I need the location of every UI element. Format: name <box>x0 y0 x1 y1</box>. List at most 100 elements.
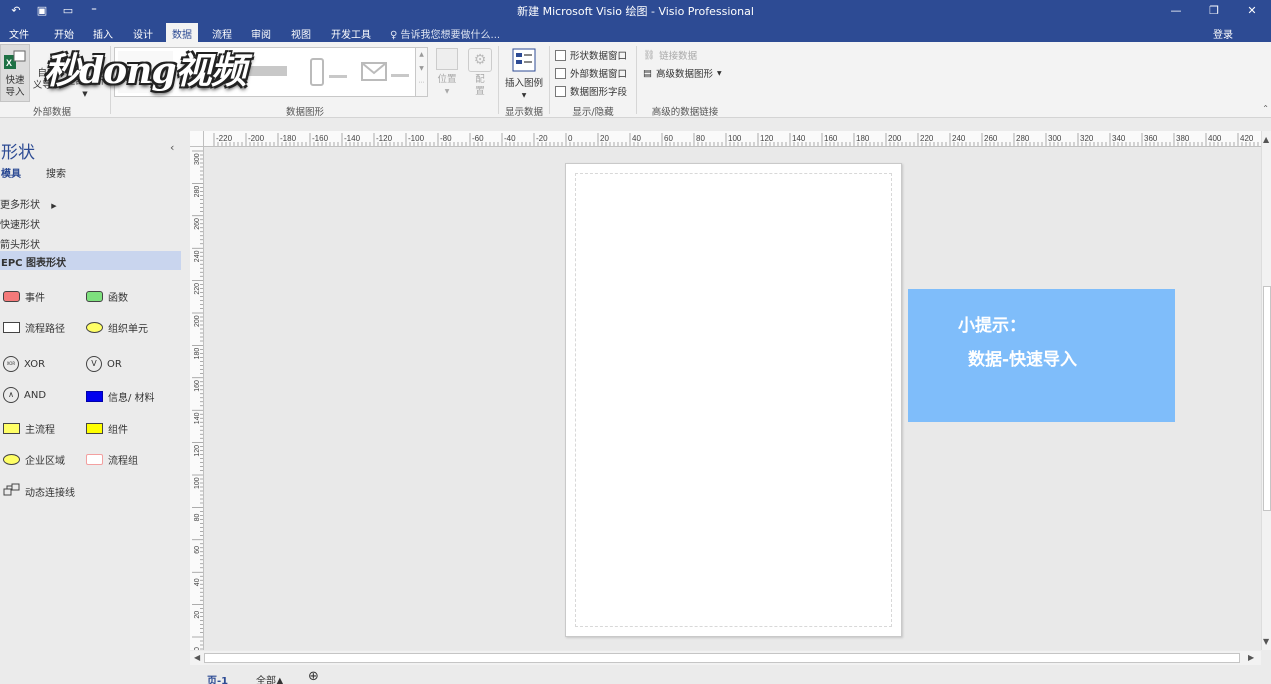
subtab-stencils[interactable]: 模具 <box>1 165 21 180</box>
restore-icon[interactable]: ❐ <box>1195 0 1233 20</box>
page-tab-1[interactable]: 页-1 <box>207 672 228 684</box>
shape-and[interactable]: ∧ AND <box>3 387 46 403</box>
shape-dynamic-connector-label: 动态连接线 <box>25 487 75 499</box>
subtab-search[interactable]: 搜索 <box>46 165 66 180</box>
tab-data[interactable]: 数据 <box>166 23 198 42</box>
insert-legend-label: 插入图例 <box>504 78 543 89</box>
tab-developer[interactable]: 开发工具 <box>325 23 377 42</box>
login-link[interactable]: 登录 <box>1213 26 1233 41</box>
shape-process-path[interactable]: 流程路径 <box>3 320 65 335</box>
ribbon-tab-bar: 文件 开始 插入 设计 数据 流程 审阅 视图 开发工具 ♀ 告诉我您想要做什么… <box>0 20 1271 42</box>
add-page-icon[interactable]: ⊕ <box>308 669 319 684</box>
ruler-label: 60 <box>664 134 673 143</box>
ruler-label: 20 <box>600 134 609 143</box>
all-pages-button[interactable]: 全部▲ <box>256 672 284 684</box>
ruler-label: -200 <box>248 134 265 143</box>
close-icon[interactable]: ✕ <box>1233 0 1271 20</box>
gallery-scroll-down-icon[interactable]: ▼ <box>416 62 427 76</box>
page-tabs-bar: 页-1 全部▲ ⊕ <box>190 666 1271 684</box>
gallery-more-icon[interactable]: ⋯ <box>416 76 427 90</box>
tab-design[interactable]: 设计 <box>127 23 159 42</box>
quick-import-button[interactable]: X 快速 导入 <box>0 44 30 102</box>
shape-dynamic-connector[interactable]: 动态连接线 <box>3 483 75 499</box>
shape-data-window-checkbox[interactable]: 形状数据窗口 <box>555 48 627 62</box>
scroll-left-icon[interactable]: ◀ <box>194 653 200 662</box>
ruler-label: 220 <box>920 134 934 143</box>
tab-review[interactable]: 审阅 <box>245 23 277 42</box>
stencil-epc-shapes[interactable]: EPC 图表形状 <box>0 251 181 270</box>
ruler-label: 160 <box>824 134 838 143</box>
ruler-label: 120 <box>760 134 774 143</box>
gallery-item-mail-icon[interactable] <box>361 62 413 84</box>
position-button[interactable]: 位置 ▼ <box>434 48 460 98</box>
ribbon: X 快速 导入 自定 义导入 全部刷新 ▼ 外部数据 ▲ ▼ ⋯ 数据图形 位置 <box>0 42 1271 118</box>
ruler-corner <box>190 131 204 147</box>
collapse-ribbon-icon[interactable]: ⌃ <box>1262 104 1269 113</box>
shape-xor[interactable]: XOR XOR <box>3 356 45 372</box>
stencil-more-shapes[interactable]: 更多形状 ▶ <box>0 196 57 211</box>
component-icon <box>86 423 103 434</box>
ruler-label: 40 <box>194 578 201 586</box>
stencil-quick-shapes[interactable]: 快速形状 <box>0 216 40 231</box>
shape-enterprise-area-label: 企业区域 <box>25 456 65 467</box>
ruler-label: -20 <box>536 134 548 143</box>
process-group-icon <box>86 454 103 465</box>
tab-home[interactable]: 开始 <box>48 23 80 42</box>
gallery-item-phone-icon[interactable] <box>309 58 351 88</box>
group-data-graphics: 数据图形 <box>285 107 324 118</box>
external-data-window-checkbox[interactable]: 外部数据窗口 <box>555 66 627 80</box>
dynamic-connector-icon <box>3 483 20 496</box>
advanced-data-graphics-button[interactable]: ▤ 高级数据图形 ▼ <box>643 66 722 81</box>
collapse-pane-icon[interactable]: ‹ <box>170 141 174 154</box>
ruler-label: 100 <box>728 134 742 143</box>
ruler-label: 140 <box>792 134 806 143</box>
title-bar: ↶ ▣ ▭ ⁼ 新建 Microsoft Visio 绘图 - Visio Pr… <box>0 0 1271 20</box>
position-label: 位置 <box>437 74 457 85</box>
horizontal-scroll-thumb[interactable] <box>204 653 1240 663</box>
process-path-icon <box>3 322 20 333</box>
tab-insert[interactable]: 插入 <box>87 23 119 42</box>
scroll-up-icon[interactable]: ▲ <box>1263 135 1269 144</box>
position-chevron-icon: ▼ <box>444 88 450 95</box>
shape-process-group[interactable]: 流程组 <box>86 452 138 467</box>
tab-process[interactable]: 流程 <box>206 23 238 42</box>
ruler-label: -140 <box>344 134 361 143</box>
shape-event-label: 事件 <box>25 293 45 304</box>
shape-enterprise-area[interactable]: 企业区域 <box>3 452 65 467</box>
ruler-label: 340 <box>1112 134 1126 143</box>
event-icon <box>3 291 20 302</box>
drawing-canvas[interactable]: 小提示： 数据-快速导入 <box>204 148 1261 650</box>
ribbon-separator <box>549 46 550 114</box>
gallery-scroll-up-icon[interactable]: ▲ <box>416 48 427 62</box>
vertical-scroll-thumb[interactable] <box>1263 286 1271 511</box>
data-graphic-fields-checkbox[interactable]: 数据图形字段 <box>555 84 627 98</box>
gallery-scroll[interactable]: ▲ ▼ ⋯ <box>416 47 428 97</box>
shape-component[interactable]: 组件 <box>86 421 128 436</box>
stencil-more-shapes-label: 更多形状 <box>0 200 40 211</box>
minimize-icon[interactable]: — <box>1157 0 1195 20</box>
shape-main-process[interactable]: 主流程 <box>3 421 55 436</box>
shape-function[interactable]: 函数 <box>86 289 128 304</box>
ribbon-separator <box>498 46 499 114</box>
shape-main-process-label: 主流程 <box>25 425 55 436</box>
insert-legend-button[interactable]: 插入图例 ▼ <box>502 48 546 102</box>
shape-or[interactable]: V OR <box>86 356 122 372</box>
link-data-button[interactable]: ⛓ 链接数据 <box>643 48 697 63</box>
vertical-scrollbar[interactable]: ▲ ▼ <box>1261 131 1271 650</box>
horizontal-scrollbar[interactable]: ◀ ▶ <box>190 651 1261 665</box>
stencil-arrow-shapes[interactable]: 箭头形状 <box>0 236 40 251</box>
tab-view[interactable]: 视图 <box>285 23 317 42</box>
tab-file[interactable]: 文件 <box>3 23 35 42</box>
scroll-right-icon[interactable]: ▶ <box>1248 653 1254 662</box>
scroll-down-icon[interactable]: ▼ <box>1263 637 1269 646</box>
config-label-1: 配 <box>475 74 485 85</box>
shape-info-material-label: 信息/ 材料 <box>108 393 155 404</box>
shape-org-unit[interactable]: 组织单元 <box>86 320 148 335</box>
drawing-page[interactable] <box>565 163 902 637</box>
shape-info-material[interactable]: 信息/ 材料 <box>86 389 155 404</box>
gallery-item-bar-icon[interactable] <box>239 61 289 81</box>
tell-me-search[interactable]: ♀ 告诉我您想要做什么... <box>390 26 500 41</box>
config-button[interactable]: ⚙ 配 置 <box>466 48 494 98</box>
shape-event[interactable]: 事件 <box>3 289 45 304</box>
insert-legend-chevron-icon: ▼ <box>521 92 527 99</box>
